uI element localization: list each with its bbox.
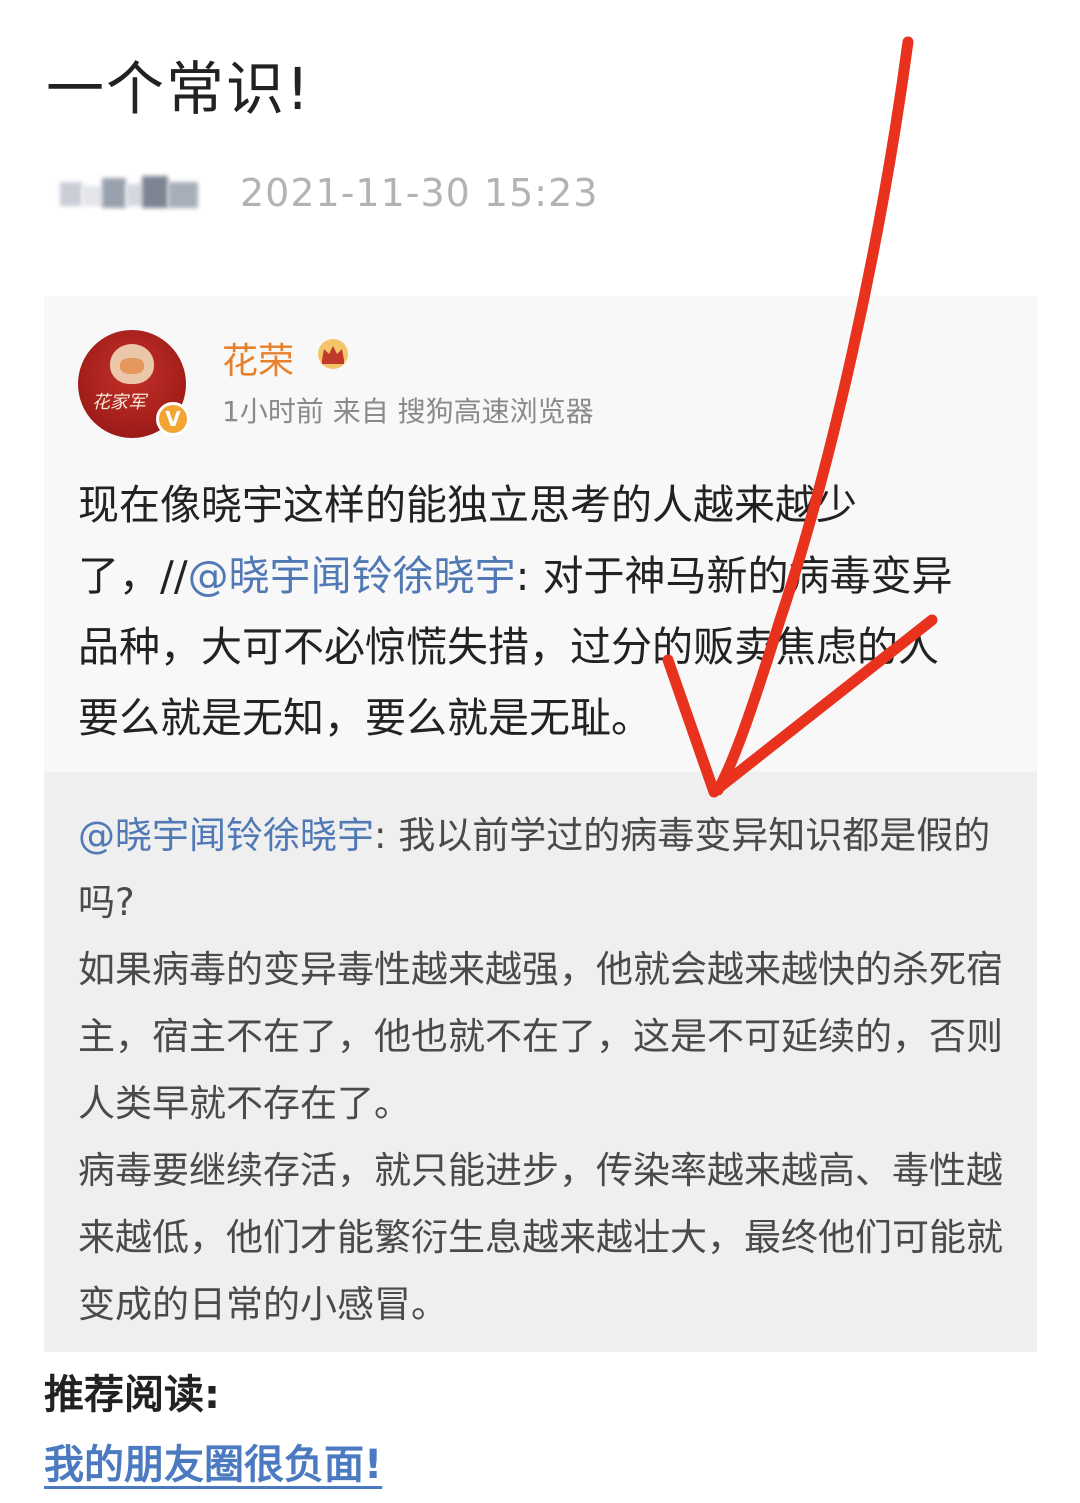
article-title: 一个常识! (46, 55, 312, 123)
post-body: 现在像晓宇这样的能独立思考的人越来越少了，//@晓宇闻铃徐晓宇: 对于神马新的病… (78, 470, 978, 754)
poster-name[interactable]: 花荣 (222, 332, 294, 384)
weibo-post: 花家军 V 花荣 1小时前 来自 搜狗高速浏览器 现在像晓宇这样的能独立思考的人… (44, 296, 1037, 770)
weibo-screenshot-card: 花家军 V 花荣 1小时前 来自 搜狗高速浏览器 现在像晓宇这样的能独立思考的人… (44, 296, 1037, 1352)
vip-crown-icon (318, 339, 348, 369)
blurred-author-name (60, 172, 200, 214)
recommended-reading-title: 推荐阅读: (44, 1372, 220, 1418)
retweeted-post[interactable]: @晓宇闻铃徐晓宇: 我以前学过的病毒变异知识都是假的吗? 如果病毒的变异毒性越来… (44, 772, 1037, 1352)
author-row: 2021-11-30 15:23 (60, 168, 598, 218)
retweet-paragraph: 如果病毒的变异毒性越来越强，他就会越来越快的杀死宿主，宿主不在了，他也就不在了，… (78, 948, 1003, 1125)
publish-time: 2021-11-30 15:23 (240, 171, 599, 215)
page: 一个常识! 2021-11-30 15:23 花家军 V 花荣 1小时前 来自 … (0, 0, 1080, 1503)
retweet-mention-link[interactable]: @晓宇闻铃徐晓宇 (78, 814, 374, 857)
avatar-face (110, 344, 154, 384)
retweet-paragraph: @晓宇闻铃徐晓宇: 我以前学过的病毒变异知识都是假的吗? (78, 802, 1013, 936)
retweet-paragraph: 病毒要继续存活，就只能进步，传染率越来越高、毒性越来越低，他们才能繁衍生息越来越… (78, 1149, 1003, 1326)
verified-badge-icon: V (156, 402, 190, 436)
retweet-body: @晓宇闻铃徐晓宇: 我以前学过的病毒变异知识都是假的吗? 如果病毒的变异毒性越来… (78, 802, 1013, 1338)
post-meta: 1小时前 来自 搜狗高速浏览器 (222, 395, 594, 428)
recommended-article-link[interactable]: 我的朋友圈很负面! (44, 1432, 410, 1490)
mention-link[interactable]: @晓宇闻铃徐晓宇 (188, 552, 516, 600)
